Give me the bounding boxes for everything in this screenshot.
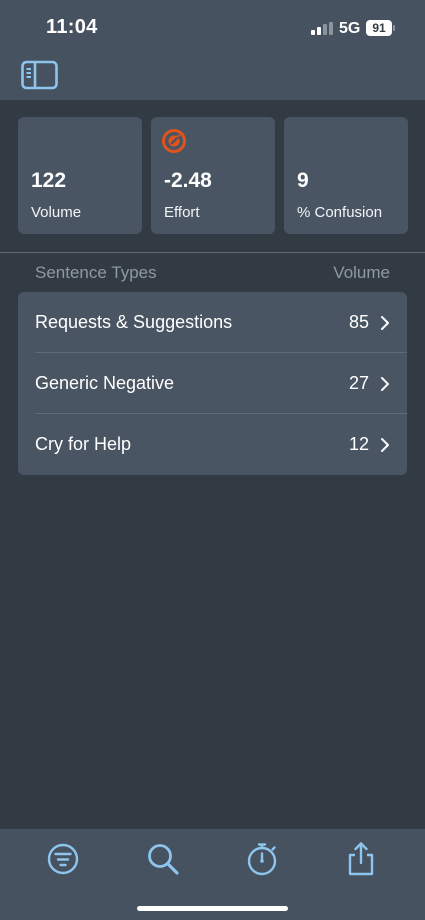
stopwatch-icon[interactable] <box>244 841 280 877</box>
sentence-types-list: Requests & Suggestions 85 Generic Negati… <box>18 292 407 475</box>
list-item-count: 27 <box>348 373 369 393</box>
list-item-count: 12 <box>348 434 369 454</box>
status-time: 11:04 <box>46 16 98 38</box>
confusion-card[interactable]: 9 % Confusion <box>284 117 408 234</box>
chevron-right-icon <box>380 437 390 453</box>
filter-icon[interactable] <box>45 841 81 877</box>
battery-icon: 91 <box>366 20 392 36</box>
volume-value: 122 <box>31 169 67 192</box>
battery-level: 91 <box>372 21 386 35</box>
list-item-label: Requests & Suggestions <box>35 312 233 332</box>
list-item-label: Generic Negative <box>35 373 175 393</box>
confusion-label: % Confusion <box>297 204 383 221</box>
share-icon[interactable] <box>343 841 379 877</box>
list-item-count: 85 <box>348 312 369 332</box>
volume-card[interactable]: 122 Volume <box>18 117 142 234</box>
effort-label: Effort <box>164 204 200 221</box>
effort-value: -2.48 <box>164 169 212 192</box>
top-bar: 11:04 5G 91 <box>0 0 425 100</box>
home-indicator <box>137 906 288 911</box>
list-header-title: Sentence Types <box>35 263 157 282</box>
search-icon[interactable] <box>145 841 181 877</box>
section-divider <box>0 252 425 253</box>
chevron-right-icon <box>380 315 390 331</box>
battery-cap <box>393 25 395 31</box>
confusion-value: 9 <box>297 169 309 192</box>
status-bar: 11:04 5G 91 <box>0 0 425 56</box>
network-type: 5G <box>339 20 361 37</box>
list-item-generic-negative[interactable]: Generic Negative 27 <box>18 353 407 414</box>
cellular-signal-icon <box>311 22 333 35</box>
list-item-cry-for-help[interactable]: Cry for Help 12 <box>18 414 407 475</box>
list-item-requests-suggestions[interactable]: Requests & Suggestions 85 <box>18 292 407 353</box>
sidebar-toggle-icon[interactable] <box>21 60 58 90</box>
list-item-label: Cry for Help <box>35 434 132 454</box>
volume-label: Volume <box>31 204 82 221</box>
list-header-volume: Volume <box>333 263 390 282</box>
chevron-right-icon <box>380 376 390 392</box>
effort-card[interactable]: -2.48 Effort <box>151 117 275 234</box>
effort-dial-icon <box>161 128 187 154</box>
